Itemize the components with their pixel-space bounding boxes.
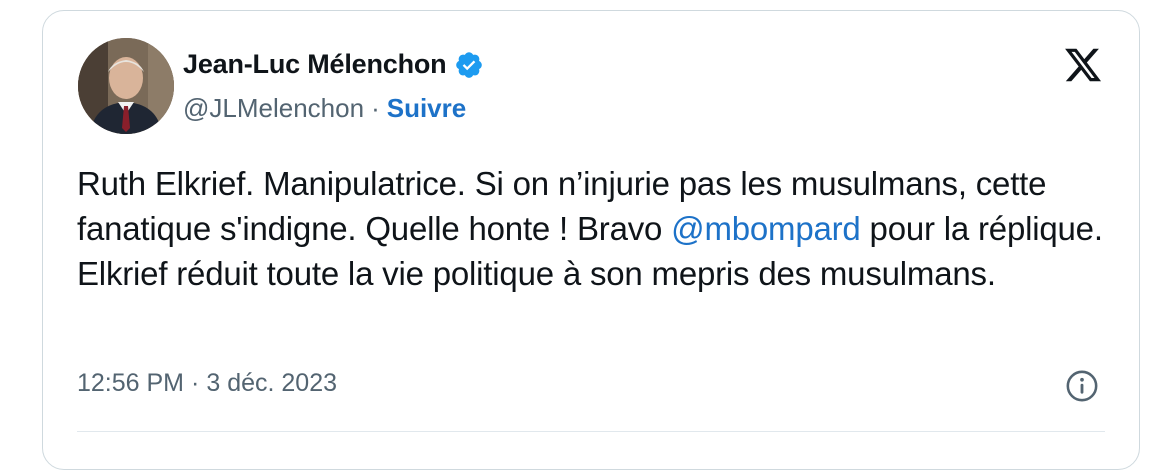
tweet-card: Jean-Luc Mélenchon @JLMelenchon · Suivre… [42,10,1140,470]
tweet-time: 12:56 PM [77,369,185,397]
info-icon[interactable] [1065,369,1099,403]
x-logo-icon[interactable] [1061,45,1105,85]
author-name[interactable]: Jean-Luc Mélenchon [183,49,447,80]
author-handle[interactable]: @JLMelenchon [183,93,364,124]
follow-button[interactable]: Suivre [387,93,467,124]
handle-separator: · [371,93,380,123]
mention-link[interactable]: @mbompard [671,210,861,247]
tweet-timestamp[interactable]: 12:56 PM · 3 déc. 2023 [77,369,337,398]
timestamp-separator: · [191,369,200,397]
author-handle-row: @JLMelenchon · Suivre [183,93,466,124]
avatar[interactable] [78,38,174,134]
tweet-text: Ruth Elkrief. Manipulatrice. Si on n’inj… [77,161,1117,296]
verified-badge-icon [456,51,483,78]
divider [77,431,1105,432]
tweet-date: 3 déc. 2023 [206,369,338,397]
author-name-row: Jean-Luc Mélenchon [183,49,484,80]
